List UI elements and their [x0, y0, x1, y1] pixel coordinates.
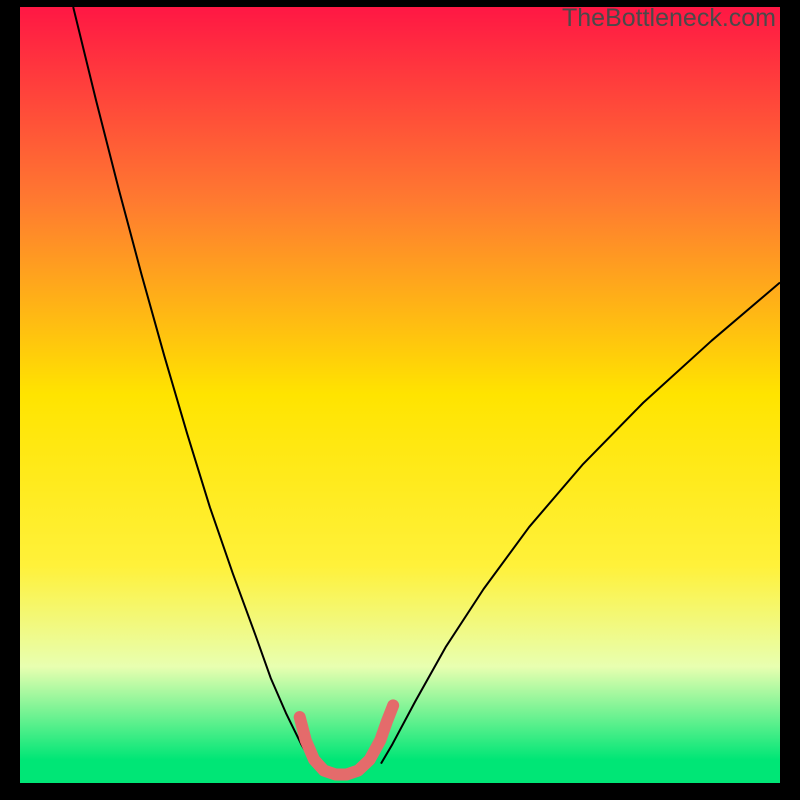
plot-area [20, 7, 780, 783]
chart-frame: TheBottleneck.com [0, 0, 800, 800]
chart-svg [20, 7, 780, 783]
gradient-background [20, 7, 780, 783]
watermark-text: TheBottleneck.com [562, 4, 776, 33]
